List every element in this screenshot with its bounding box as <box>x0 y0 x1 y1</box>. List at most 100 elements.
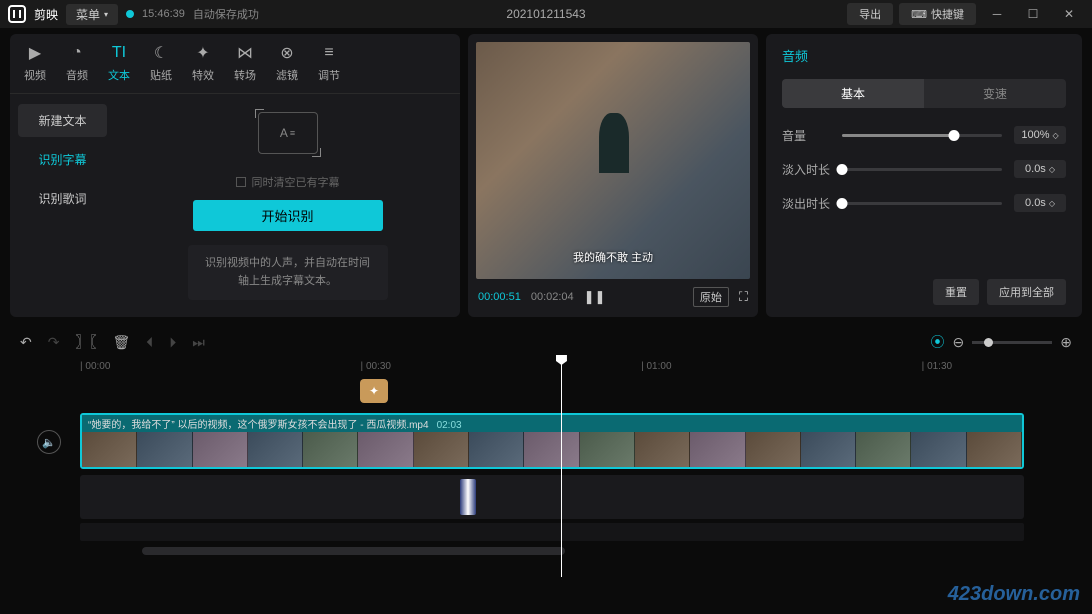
effect-icon: ✦ <box>192 42 214 64</box>
zoom-in-button[interactable]: ⊕ <box>1060 334 1072 351</box>
inspector-title: 音频 <box>782 46 1066 65</box>
timeline: ↶ ↷ 〗〖 🗑 ⏴ ⏵ ⏭ ⦿ ⊖ ⊕ | 00:00 | 00:30 | 0… <box>0 323 1092 555</box>
video-clip[interactable]: “她要的，我给不了” 以后的视频，这个俄罗斯女孩不会出现了 - 西瓜视频.mp4… <box>80 413 1024 469</box>
volume-slider[interactable] <box>842 134 1002 137</box>
recognize-description: 识别视频中的人声，并自动在时间轴上生成字幕文本。 <box>188 245 388 300</box>
clear-existing-label: 同时清空已有字幕 <box>252 174 340 190</box>
clip-duration: 02:03 <box>437 420 462 431</box>
shortcuts-label: 快捷键 <box>931 6 964 22</box>
project-name[interactable]: 202101211543 <box>506 7 585 21</box>
adjust-icon: ≡ <box>318 42 340 64</box>
subtitle-track[interactable] <box>80 523 1024 541</box>
checkbox-icon <box>236 177 246 187</box>
autosave-status: 自动保存成功 <box>193 6 259 22</box>
preview-subtitle: 我的确不敢 主动 <box>573 249 653 265</box>
start-recognize-button[interactable]: 开始识别 <box>193 200 383 231</box>
mark-out-button[interactable]: ⏭ <box>192 334 205 351</box>
tab-adjust[interactable]: ≡调节 <box>318 42 340 83</box>
timeline-scrollbar[interactable] <box>142 547 1024 555</box>
magnet-button[interactable]: ⦿ <box>931 332 945 352</box>
clip-filename: “她要的，我给不了” 以后的视频，这个俄罗斯女孩不会出现了 - 西瓜视频.mp4 <box>88 420 429 431</box>
tab-sticker[interactable]: ☾贴纸 <box>150 42 172 83</box>
titlebar: 剪映 菜单 ▾ 15:46:39 自动保存成功 202101211543 导出 … <box>0 0 1092 28</box>
clear-existing-checkbox[interactable]: 同时清空已有字幕 <box>236 174 340 190</box>
sticker-icon: ☾ <box>150 42 172 64</box>
tab-text[interactable]: TI文本 <box>108 42 130 83</box>
fade-out-row: 淡出时长 0.0s◇ <box>782 194 1066 212</box>
tab-speed[interactable]: 变速 <box>924 79 1066 108</box>
audio-track <box>80 475 1082 519</box>
tab-transition[interactable]: ⋈转场 <box>234 42 256 83</box>
volume-value[interactable]: 100%◇ <box>1014 126 1066 144</box>
tab-basic[interactable]: 基本 <box>782 79 924 108</box>
playhead[interactable] <box>561 357 562 577</box>
sidebar-item-recognize-subtitle[interactable]: 识别字幕 <box>18 143 107 176</box>
time-ruler[interactable]: | 00:00 | 00:30 | 01:00 | 01:30 <box>80 357 1082 379</box>
fullscreen-button[interactable]: ⛶ <box>739 289 748 305</box>
fade-in-value[interactable]: 0.0s◇ <box>1014 160 1066 178</box>
fade-out-value[interactable]: 0.0s◇ <box>1014 194 1066 212</box>
stepper-icon: ◇ <box>1049 199 1055 208</box>
volume-row: 音量 100%◇ <box>782 126 1066 144</box>
tab-filter[interactable]: ⊗滤镜 <box>276 42 298 83</box>
track-mute-button[interactable]: 🔈 <box>37 430 61 454</box>
preview-viewport[interactable]: 我的确不敢 主动 <box>476 42 750 279</box>
inspector-panel: 音频 基本 变速 音量 100%◇ 淡入时长 0.0s◇ 淡出时长 0.0s◇ … <box>766 34 1082 317</box>
close-button[interactable]: ✕ <box>1054 2 1084 26</box>
watermark: 423down.com <box>948 583 1080 606</box>
tab-video[interactable]: ▶视频 <box>24 42 46 83</box>
menu-button[interactable]: 菜单 ▾ <box>66 4 118 25</box>
shortcuts-button[interactable]: ⌨ 快捷键 <box>899 3 976 25</box>
stepper-icon: ◇ <box>1049 165 1055 174</box>
zoom-slider[interactable] <box>972 341 1052 344</box>
apply-all-button[interactable]: 应用到全部 <box>987 279 1066 305</box>
play-pause-button[interactable]: ❚❚ <box>584 289 606 305</box>
filter-icon: ⊗ <box>276 42 298 64</box>
app-logo-icon <box>8 5 26 23</box>
current-time: 00:00:51 <box>478 291 521 303</box>
keyboard-icon: ⌨ <box>911 8 927 21</box>
clip-thumbnails <box>82 429 1022 467</box>
maximize-button[interactable]: ☐ <box>1018 2 1048 26</box>
sidebar-item-new-text[interactable]: 新建文本 <box>18 104 107 137</box>
redo-button[interactable]: ↷ <box>48 334 60 351</box>
sidebar-item-recognize-lyrics[interactable]: 识别歌词 <box>18 182 107 215</box>
zoom-out-button[interactable]: ⊖ <box>953 334 965 351</box>
audio-clip[interactable] <box>460 479 476 515</box>
autosave-indicator-icon <box>126 10 134 18</box>
app-name: 剪映 <box>34 6 58 23</box>
export-button[interactable]: 导出 <box>847 3 893 25</box>
effect-clip[interactable]: ✦ <box>360 379 388 403</box>
transition-icon: ⋈ <box>234 42 256 64</box>
tab-audio[interactable]: ◔音频 <box>66 42 88 83</box>
preview-controls: 00:00:51 00:02:04 ❚❚ 原始 ⛶ <box>476 279 750 309</box>
total-time: 00:02:04 <box>531 291 574 303</box>
reset-button[interactable]: 重置 <box>933 279 979 305</box>
fade-in-label: 淡入时长 <box>782 161 830 178</box>
inspector-tabs: 基本 变速 <box>782 79 1066 108</box>
delete-button[interactable]: 🗑 <box>112 334 130 351</box>
video-icon: ▶ <box>24 42 46 64</box>
volume-label: 音量 <box>782 127 830 144</box>
recognize-panel: A≡ 同时清空已有字幕 开始识别 识别视频中的人声，并自动在时间轴上生成字幕文本… <box>115 94 460 317</box>
chevron-down-icon: ▾ <box>104 10 108 19</box>
fade-out-label: 淡出时长 <box>782 195 830 212</box>
media-panel: ▶视频 ◔音频 TI文本 ☾贴纸 ✦特效 ⋈转场 ⊗滤镜 ≡调节 新建文本 识别… <box>10 34 460 317</box>
autosave-time: 15:46:39 <box>142 8 185 20</box>
timeline-toolbar: ↶ ↷ 〗〖 🗑 ⏴ ⏵ ⏭ ⦿ ⊖ ⊕ <box>10 327 1082 357</box>
undo-button[interactable]: ↶ <box>20 334 32 351</box>
fade-in-slider[interactable] <box>842 168 1002 171</box>
mark-button[interactable]: ⏵ <box>169 334 176 351</box>
original-ratio-button[interactable]: 原始 <box>693 287 729 307</box>
split-button[interactable]: 〗〖 <box>75 332 96 352</box>
fade-in-row: 淡入时长 0.0s◇ <box>782 160 1066 178</box>
fade-out-slider[interactable] <box>842 202 1002 205</box>
minimize-button[interactable]: ─ <box>982 2 1012 26</box>
menu-label: 菜单 <box>76 6 100 23</box>
preview-panel: 我的确不敢 主动 00:00:51 00:02:04 ❚❚ 原始 ⛶ <box>468 34 758 317</box>
audio-icon: ◔ <box>66 42 88 64</box>
media-tab-strip: ▶视频 ◔音频 TI文本 ☾贴纸 ✦特效 ⋈转场 ⊗滤镜 ≡调节 <box>10 34 460 94</box>
mark-in-button[interactable]: ⏴ <box>146 334 153 351</box>
tab-effect[interactable]: ✦特效 <box>192 42 214 83</box>
recognize-icon: A≡ <box>258 112 318 154</box>
